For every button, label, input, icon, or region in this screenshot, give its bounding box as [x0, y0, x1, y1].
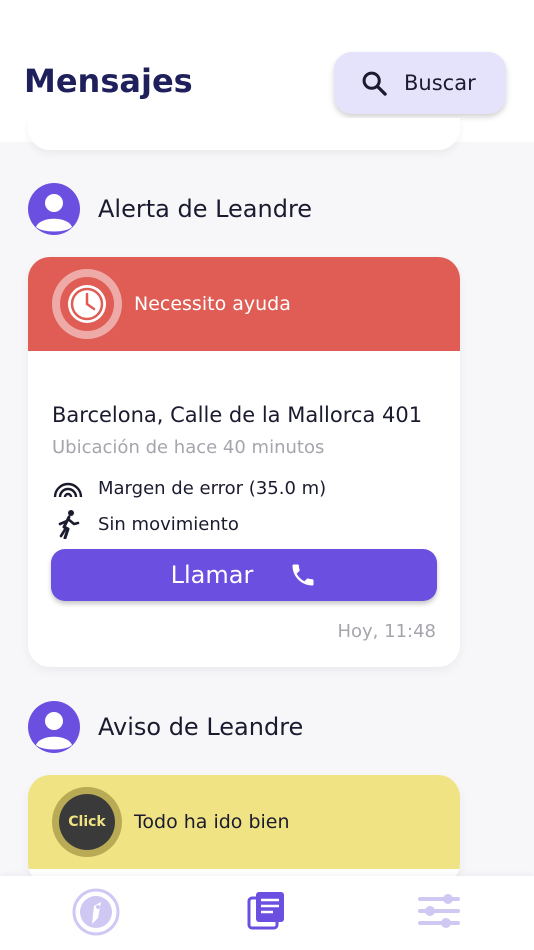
alert-section-title: Alerta de Leandre: [98, 195, 313, 223]
user-icon: [36, 194, 72, 232]
page-title: Mensajes: [24, 62, 193, 100]
user-icon: [36, 712, 72, 750]
notice-section-title: Aviso de Leandre: [98, 713, 304, 741]
notice-card[interactable]: Click Todo ha ido bien: [28, 775, 460, 885]
error-margin-text: Margen de error (35.0 m): [98, 477, 327, 499]
nav-settings[interactable]: [416, 888, 462, 938]
alert-card[interactable]: Necessito ayuda Barcelona, Calle de la M…: [28, 257, 460, 667]
avatar: [28, 701, 80, 753]
walking-icon: [58, 510, 80, 539]
clock-icon: [60, 277, 114, 331]
alert-timestamp: Hoy, 11:48: [337, 621, 436, 642]
nav-messages[interactable]: [245, 888, 289, 936]
call-button[interactable]: Llamar: [51, 549, 437, 601]
bottom-nav: [0, 876, 534, 950]
search-icon: [362, 71, 387, 96]
alert-address: Barcelona, Calle de la Mallorca 401: [52, 403, 423, 427]
previous-card-edge: [28, 118, 460, 150]
settings-sliders-icon: [418, 894, 460, 928]
alert-banner-text: Necessito ayuda: [134, 293, 291, 315]
alert-banner: Necessito ayuda: [28, 257, 460, 351]
movement-text: Sin movimiento: [98, 513, 239, 535]
phone-icon: [292, 564, 314, 586]
click-logo-icon: [72, 888, 120, 936]
location-age: Ubicación de hace 40 minutos: [52, 437, 325, 458]
clock-badge: [52, 269, 122, 339]
search-button-label: Buscar: [404, 71, 476, 95]
call-button-label: Llamar: [170, 561, 254, 589]
nav-home[interactable]: [72, 888, 120, 940]
movement-row: Sin movimiento: [52, 509, 239, 539]
alert-section-header: Alerta de Leandre: [28, 183, 312, 235]
avatar: [28, 183, 80, 235]
signal-arc-icon: [53, 482, 83, 498]
search-button[interactable]: Buscar: [334, 52, 506, 114]
click-badge-text: Click: [68, 814, 106, 830]
error-margin-row: Margen de error (35.0 m): [52, 477, 326, 499]
notice-banner: Click Todo ha ido bien: [28, 775, 460, 869]
notice-section-header: Aviso de Leandre: [28, 701, 303, 753]
messages-icon: [247, 892, 284, 930]
notice-banner-text: Todo ha ido bien: [134, 811, 290, 833]
click-badge: Click: [52, 787, 122, 857]
